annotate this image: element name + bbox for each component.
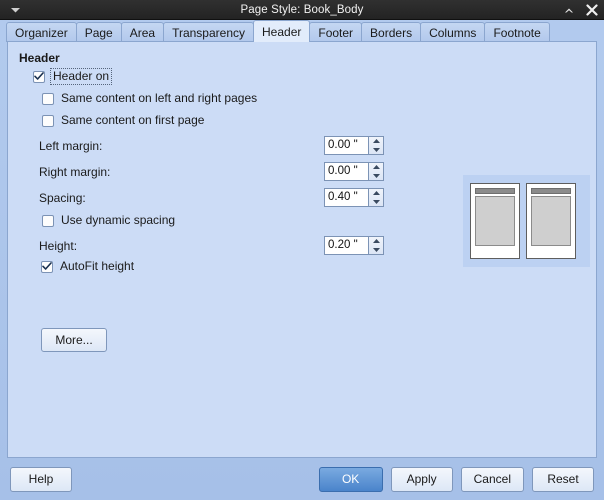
spinner-down-icon bbox=[372, 174, 380, 178]
tab-organizer[interactable]: Organizer bbox=[6, 22, 77, 42]
tab-label: Footer bbox=[318, 25, 354, 40]
tab-page[interactable]: Page bbox=[75, 22, 122, 42]
help-button[interactable]: Help bbox=[10, 466, 72, 492]
tab-footnote[interactable]: Footnote bbox=[484, 22, 550, 42]
titlebar: Page Style: Book_Body bbox=[0, 0, 604, 20]
tab-borders[interactable]: Borders bbox=[361, 22, 422, 42]
tab-columns[interactable]: Columns bbox=[420, 22, 486, 42]
spinner-up-icon bbox=[372, 191, 380, 195]
tab-strip: Organizer Page Area Transparency Header … bbox=[0, 20, 604, 42]
spinner-buttons[interactable] bbox=[368, 136, 384, 155]
empty-checkbox-icon bbox=[42, 92, 54, 105]
window-controls bbox=[562, 0, 598, 20]
field-left-margin: Left margin: 0.00 " bbox=[39, 136, 384, 155]
field-label: Right margin: bbox=[39, 164, 111, 179]
empty-checkbox-icon bbox=[42, 114, 54, 127]
spinner-down-icon bbox=[372, 200, 380, 204]
close-icon[interactable] bbox=[585, 4, 598, 17]
tab-footer[interactable]: Footer bbox=[309, 22, 363, 42]
checkmark-icon bbox=[33, 70, 45, 83]
ok-button[interactable]: OK bbox=[318, 466, 383, 492]
field-right-margin: Right margin: 0.00 " bbox=[39, 162, 384, 181]
page-style-dialog: Page Style: Book_Body Organizer Page Are… bbox=[0, 0, 604, 500]
spinner-value[interactable]: 0.00 " bbox=[324, 136, 368, 155]
tab-header[interactable]: Header bbox=[253, 20, 311, 42]
spinner-value[interactable]: 0.20 " bbox=[324, 236, 368, 255]
spinner-up-icon bbox=[372, 139, 380, 143]
header-tab-panel: Header Header on Same content on left an… bbox=[7, 41, 597, 458]
apply-button[interactable]: Apply bbox=[390, 466, 453, 492]
tab-label: Organizer bbox=[15, 25, 68, 40]
tab-label: Area bbox=[129, 25, 156, 40]
checkbox-label: Same content on first page bbox=[61, 113, 205, 127]
preview-body-area bbox=[475, 196, 515, 246]
spinner-right-margin[interactable]: 0.00 " bbox=[324, 162, 384, 181]
reset-button[interactable]: Reset bbox=[532, 466, 594, 492]
checkmark-icon bbox=[41, 260, 53, 273]
restore-icon[interactable] bbox=[562, 4, 575, 17]
empty-checkbox-icon bbox=[42, 214, 54, 227]
preview-page-left bbox=[470, 183, 520, 259]
footer-action-buttons: OK Apply Cancel Reset bbox=[318, 466, 594, 492]
checkbox-label: Header on bbox=[49, 68, 113, 85]
preview-body-area bbox=[531, 196, 571, 246]
field-height: Height: 0.20 " bbox=[39, 236, 384, 255]
spinner-height[interactable]: 0.20 " bbox=[324, 236, 384, 255]
group-title-header: Header bbox=[19, 51, 60, 65]
tab-label: Columns bbox=[429, 25, 477, 40]
tab-area[interactable]: Area bbox=[120, 22, 165, 42]
spinner-up-icon bbox=[372, 239, 380, 243]
checkbox-same-content-first-page[interactable]: Same content on first page bbox=[42, 114, 204, 127]
checkbox-label: Same content on left and right pages bbox=[61, 91, 258, 105]
preview-header-bar bbox=[531, 188, 571, 194]
more-button[interactable]: More... bbox=[41, 328, 107, 352]
tab-label: Footnote bbox=[493, 25, 541, 40]
spinner-left-margin[interactable]: 0.00 " bbox=[324, 136, 384, 155]
tab-label: Page bbox=[84, 25, 113, 40]
spinner-up-icon bbox=[372, 165, 380, 169]
field-spacing: Spacing: 0.40 " bbox=[39, 188, 384, 207]
preview-page-right bbox=[526, 183, 576, 259]
tab-transparency[interactable]: Transparency bbox=[163, 22, 254, 42]
field-label: Left margin: bbox=[39, 138, 103, 153]
field-label: Height: bbox=[39, 238, 78, 253]
spinner-value[interactable]: 0.00 " bbox=[324, 162, 368, 181]
checkbox-label: Use dynamic spacing bbox=[61, 213, 176, 227]
spinner-buttons[interactable] bbox=[368, 188, 384, 207]
tab-label: Header bbox=[262, 24, 302, 39]
preview-header-bar bbox=[475, 188, 515, 194]
checkbox-label: AutoFit height bbox=[60, 259, 135, 273]
spinner-down-icon bbox=[372, 248, 380, 252]
page-preview bbox=[463, 175, 590, 267]
window-title: Page Style: Book_Body bbox=[240, 3, 364, 16]
tab-label: Transparency bbox=[172, 25, 245, 40]
spinner-spacing[interactable]: 0.40 " bbox=[324, 188, 384, 207]
checkbox-header-on[interactable]: Header on bbox=[33, 68, 113, 85]
checkbox-use-dynamic-spacing[interactable]: Use dynamic spacing bbox=[42, 214, 175, 227]
spinner-value[interactable]: 0.40 " bbox=[324, 188, 368, 207]
dialog-footer: Help OK Apply Cancel Reset bbox=[0, 458, 604, 500]
checkbox-autofit-height[interactable]: AutoFit height bbox=[41, 260, 134, 273]
tab-label: Borders bbox=[370, 25, 413, 40]
spinner-buttons[interactable] bbox=[368, 236, 384, 255]
spinner-down-icon bbox=[372, 148, 380, 152]
checkbox-same-content-left-right[interactable]: Same content on left and right pages bbox=[42, 92, 257, 105]
menu-arrow-icon[interactable] bbox=[8, 3, 22, 17]
spinner-buttons[interactable] bbox=[368, 162, 384, 181]
cancel-button[interactable]: Cancel bbox=[460, 466, 524, 492]
field-label: Spacing: bbox=[39, 190, 86, 205]
